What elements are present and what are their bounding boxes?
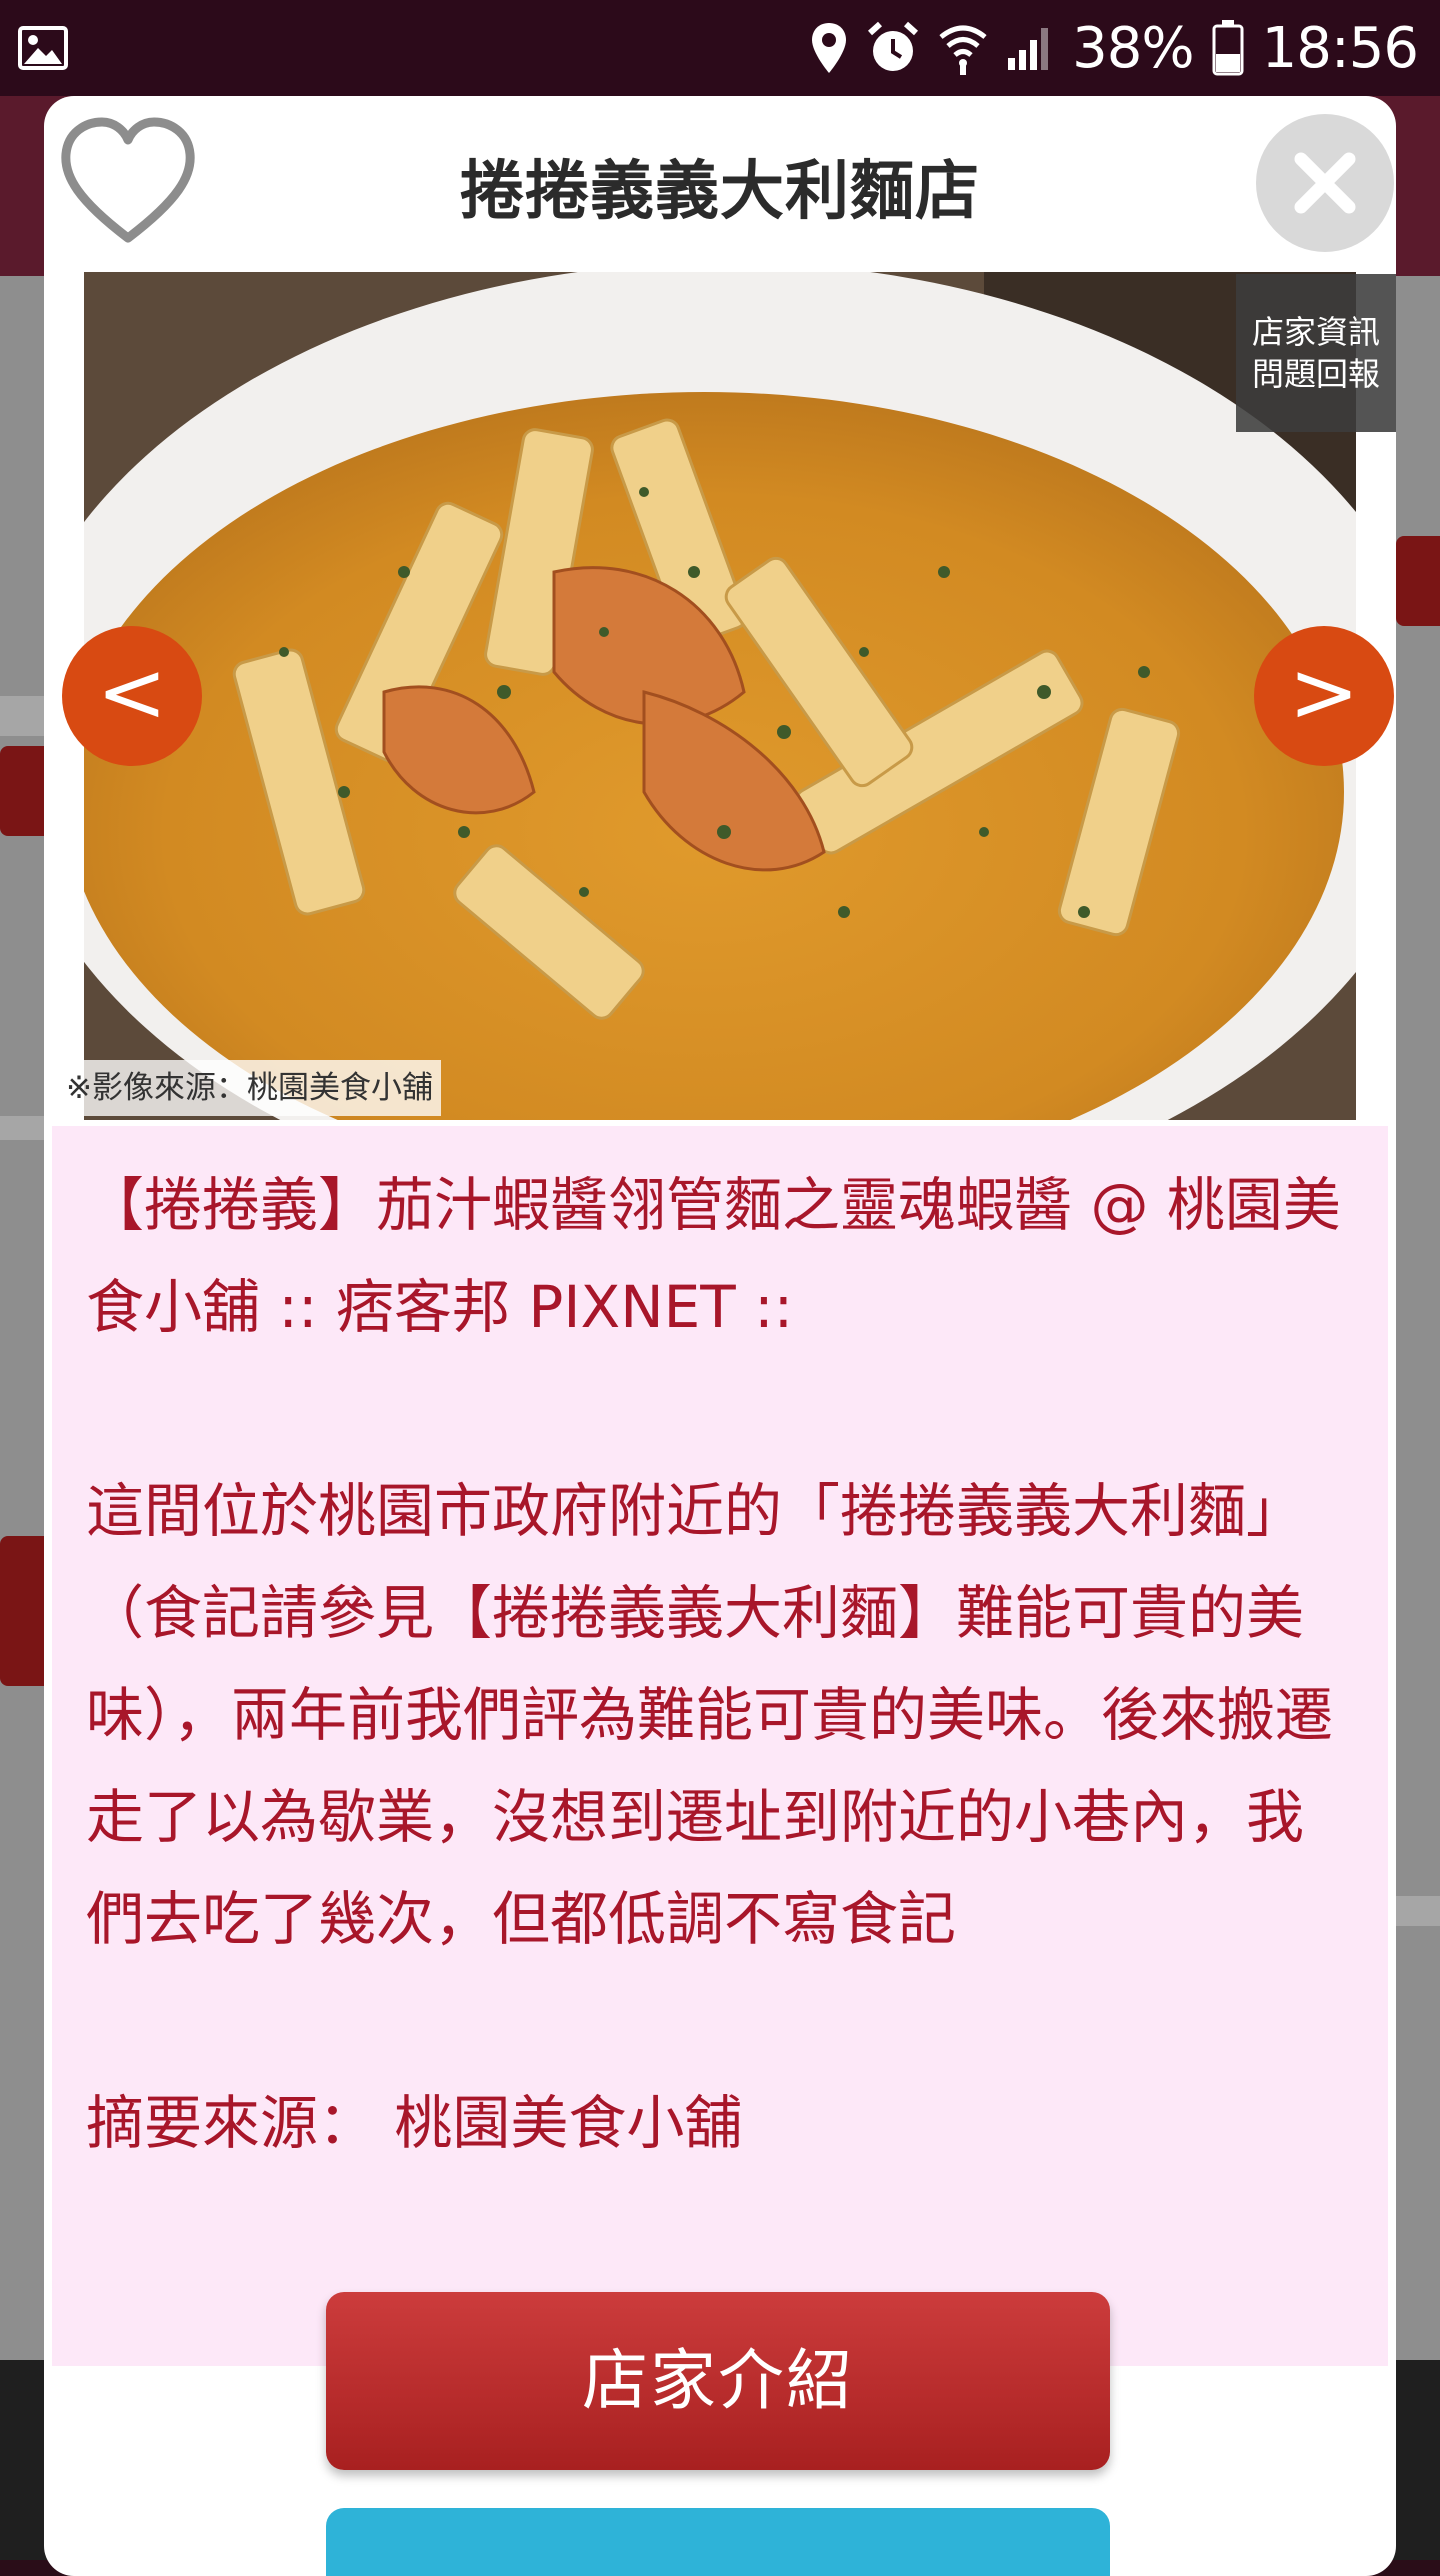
- location-icon: [810, 21, 848, 75]
- description-panel: 【捲捲義】茄汁蝦醬翎管麵之靈魂蝦醬 @ 桃園美食小舖 :: 痞客邦 PIXNET…: [52, 1126, 1388, 2366]
- dialog-title: 捲捲義義大利麵店: [460, 155, 980, 229]
- battery-icon: [1212, 20, 1244, 76]
- map-road: [0, 1116, 44, 1140]
- gallery-icon: [18, 26, 68, 70]
- clock: 18:56: [1261, 15, 1419, 81]
- report-issue-button[interactable]: 店家資訊 問題回報: [1236, 274, 1396, 432]
- secondary-action-button[interactable]: [326, 2508, 1110, 2576]
- report-label-line2: 問題回報: [1251, 355, 1380, 393]
- chevron-right-icon: >: [1288, 643, 1360, 741]
- chevron-left-icon: <: [96, 643, 168, 741]
- previous-photo-button[interactable]: <: [62, 626, 202, 766]
- signal-icon: [1006, 24, 1054, 72]
- map-road: [0, 696, 44, 736]
- dialog-header: 捲捲義義大利麵店: [44, 96, 1396, 272]
- description-source: 摘要來源： 桃園美食小舖: [86, 2089, 743, 2157]
- battery-percent: 38%: [1072, 15, 1194, 81]
- food-photo: [84, 272, 1356, 1120]
- status-bar: 38% 18:56: [0, 0, 1440, 96]
- next-photo-button[interactable]: >: [1254, 626, 1394, 766]
- map-marker: [1396, 536, 1440, 626]
- close-button[interactable]: [1256, 114, 1394, 252]
- store-intro-button[interactable]: 店家介紹: [326, 2292, 1110, 2470]
- map-road: [1396, 1896, 1440, 1926]
- restaurant-dialog: 捲捲義義大利麵店 ※影像來源：桃園美食小舖 店家資訊 問題回報 < > 【捲捲義…: [44, 96, 1396, 2576]
- alarm-icon: [866, 21, 920, 75]
- photo-caption: ※影像來源：桃園美食小舖: [58, 1060, 441, 1116]
- close-icon: [1294, 152, 1356, 214]
- description-body: 這間位於桃園市政府附近的「捲捲義義大利麵」（食記請參見【捲捲義義大利麵】難能可貴…: [86, 1477, 1334, 1953]
- wifi-icon: [938, 21, 988, 75]
- report-label-line1: 店家資訊: [1251, 313, 1380, 351]
- description-headline: 【捲捲義】茄汁蝦醬翎管麵之靈魂蝦醬 @ 桃園美食小舖 :: 痞客邦 PIXNET…: [86, 1171, 1341, 1341]
